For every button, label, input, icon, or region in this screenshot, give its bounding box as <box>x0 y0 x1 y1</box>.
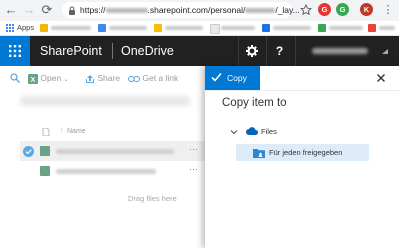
address-url: https:// .sharepoint.com/personal/ /_lay..… <box>80 2 300 18</box>
bookmark-6[interactable] <box>318 24 364 32</box>
checkmark-icon <box>211 72 222 82</box>
bookmark-2[interactable] <box>98 24 148 32</box>
bookmark-1[interactable] <box>40 24 92 32</box>
bookmark-7[interactable] <box>368 24 396 32</box>
reload-icon[interactable]: ⟳ <box>40 3 54 17</box>
star-icon[interactable] <box>300 4 312 16</box>
tree-root-files[interactable]: Files <box>261 127 277 136</box>
account-caret-icon <box>382 49 388 54</box>
apps-shortcut[interactable]: Apps <box>17 23 34 32</box>
tree-item-selected-folder[interactable]: Für jeden freigegeben <box>236 144 369 161</box>
extension-g-green-icon[interactable]: G <box>336 3 349 16</box>
gear-icon <box>246 45 258 57</box>
close-icon[interactable] <box>375 72 387 84</box>
bookmark-3[interactable] <box>154 24 204 32</box>
help-icon[interactable]: ? <box>266 36 292 66</box>
apps-grid-icon <box>6 24 14 32</box>
browser-toolbar: ← → ⟳ https:// .sharepoint.com/personal/ /… <box>0 0 399 22</box>
bookmark-4[interactable] <box>210 24 256 34</box>
extension-g-red-icon[interactable]: G <box>318 3 331 16</box>
bookmarks-bar: Apps <box>0 21 399 36</box>
shared-folder-icon <box>253 149 265 158</box>
selected-folder-label: Für jeden freigegeben <box>269 148 343 157</box>
copy-panel-header: Copy <box>205 66 399 91</box>
address-bar[interactable]: https:// .sharepoint.com/personal/ /_lay..… <box>62 2 300 18</box>
copy-panel: Copy Copy item to Files Für jeden freige… <box>205 66 399 248</box>
copy-button-label: Copy <box>227 73 247 83</box>
expand-chevron-icon[interactable] <box>230 128 238 136</box>
url-redacted-1 <box>105 8 148 14</box>
profile-avatar[interactable]: K <box>360 3 373 16</box>
content-overlay <box>0 66 205 248</box>
back-icon[interactable]: ← <box>4 3 18 17</box>
bookmark-5[interactable] <box>262 24 312 32</box>
copy-button[interactable]: Copy <box>205 66 260 90</box>
suite-bar: SharePoint OneDrive ? <box>0 36 399 66</box>
onedrive-app-title[interactable]: OneDrive <box>121 44 174 58</box>
url-mid: .sharepoint.com/personal/ <box>147 5 246 15</box>
url-suffix: /_lay... <box>275 5 300 15</box>
panel-title: Copy item to <box>222 97 287 109</box>
url-redacted-2 <box>245 8 276 14</box>
lock-icon <box>69 6 75 15</box>
sharepoint-brand[interactable]: SharePoint <box>40 44 102 58</box>
suite-divider <box>112 43 113 59</box>
url-prefix: https:// <box>80 5 106 15</box>
onedrive-cloud-icon <box>246 127 258 135</box>
settings-button[interactable] <box>238 36 264 66</box>
app-launcher-button[interactable] <box>0 36 30 66</box>
forward-icon[interactable]: → <box>22 3 36 17</box>
waffle-icon <box>9 45 21 57</box>
browser-menu-icon[interactable]: ⋮ <box>381 3 395 17</box>
user-name-redacted <box>312 48 368 54</box>
